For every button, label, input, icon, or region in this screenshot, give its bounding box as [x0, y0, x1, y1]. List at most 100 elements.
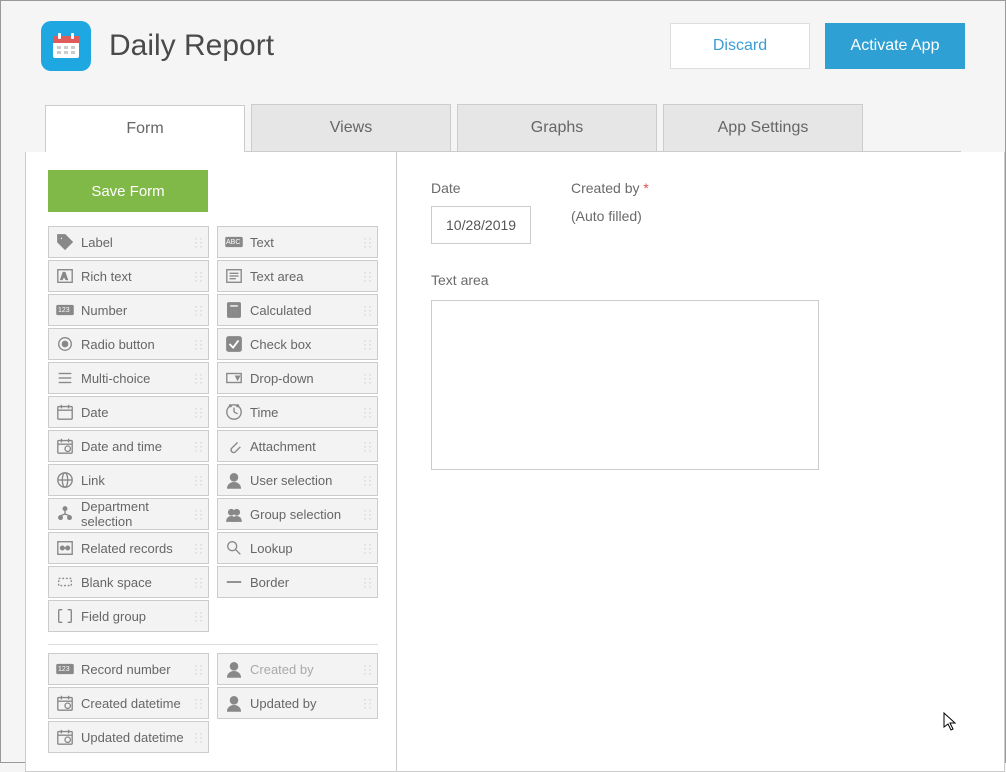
activate-app-button[interactable]: Activate App — [825, 23, 965, 69]
field-rich-text[interactable]: ARich text······ — [48, 260, 209, 292]
field-label: Multi-choice — [81, 371, 150, 386]
field-label: Calculated — [250, 303, 311, 318]
system-field-list: 123 Record number ······ Created by ······ Cr… — [48, 653, 378, 753]
field-text[interactable]: ABC Text ······ — [217, 226, 378, 258]
created-by-label: Created by * — [571, 180, 649, 196]
drag-grip-icon: ······ — [194, 270, 204, 282]
drag-grip-icon: ······ — [194, 372, 204, 384]
date-icon — [55, 402, 75, 422]
field-number[interactable]: 123Number······ — [48, 294, 209, 326]
required-marker: * — [643, 180, 648, 196]
drag-grip-icon: ······ — [194, 236, 204, 248]
drag-grip-icon: ······ — [363, 338, 373, 350]
field-label: Created by — [250, 662, 314, 677]
drag-grip-icon: ······ — [363, 508, 373, 520]
user-icon — [224, 693, 244, 713]
date-label: Date — [431, 180, 531, 196]
drag-grip-icon: ······ — [194, 508, 204, 520]
textarea-label: Text area — [431, 272, 970, 288]
field-label: Date and time — [81, 439, 162, 454]
field-attachment[interactable]: Attachment······ — [217, 430, 378, 462]
radio-icon — [55, 334, 75, 354]
field-created-datetime[interactable]: Created datetime······ — [48, 687, 209, 719]
field-label: Updated by — [250, 696, 317, 711]
drag-grip-icon: ······ — [363, 474, 373, 486]
field-multi-choice[interactable]: Multi-choice ······ — [48, 362, 209, 394]
field-label: Number — [81, 303, 127, 318]
user-icon — [224, 470, 244, 490]
discard-button[interactable]: Discard — [670, 23, 810, 69]
field-border[interactable]: Border ······ — [217, 566, 378, 598]
textarea-input[interactable] — [431, 300, 819, 470]
field-related-records[interactable]: Related records······ — [48, 532, 209, 564]
tab-graphs[interactable]: Graphs — [457, 104, 657, 151]
field-label[interactable]: Label ······ — [48, 226, 209, 258]
check-icon — [224, 334, 244, 354]
field-label: Label — [81, 235, 113, 250]
field-label: Date — [81, 405, 108, 420]
dept-icon — [55, 504, 75, 524]
datetime-icon — [55, 436, 75, 456]
field-label: Radio button — [81, 337, 155, 352]
field-date-and-time[interactable]: Date and time ······ — [48, 430, 209, 462]
header: Daily Report Discard Activate App — [1, 1, 1005, 86]
field-blank-space[interactable]: Blank space······ — [48, 566, 209, 598]
field-label: Related records — [81, 541, 173, 556]
field-date[interactable]: Date ······ — [48, 396, 209, 428]
field-lookup[interactable]: Lookup······ — [217, 532, 378, 564]
field-record-number[interactable]: 123Record number······ — [48, 653, 209, 685]
field-department-selection[interactable]: Department selection······ — [48, 498, 209, 530]
drag-grip-icon: ······ — [363, 236, 373, 248]
field-label: Text — [250, 235, 274, 250]
field-calculated[interactable]: Calculated ······ — [217, 294, 378, 326]
drag-grip-icon: ······ — [194, 406, 204, 418]
form-canvas[interactable]: Date 10/28/2019 Created by * (Auto fille… — [396, 152, 1004, 771]
created-by-value: (Auto filled) — [571, 208, 649, 224]
num-icon: 123 — [55, 659, 75, 679]
field-field-group[interactable]: Field group ······ — [48, 600, 209, 632]
tab-form[interactable]: Form — [45, 105, 245, 152]
time-icon — [224, 402, 244, 422]
drag-grip-icon: ······ — [194, 338, 204, 350]
lookup-icon — [224, 538, 244, 558]
field-link[interactable]: Link······ — [48, 464, 209, 496]
date-field[interactable]: Date 10/28/2019 — [431, 180, 531, 244]
field-updated-by[interactable]: Updated by ······ — [217, 687, 378, 719]
field-drop-down[interactable]: Drop-down······ — [217, 362, 378, 394]
drag-grip-icon: ······ — [363, 697, 373, 709]
drag-grip-icon: ······ — [194, 440, 204, 452]
field-check-box[interactable]: Check box ······ — [217, 328, 378, 360]
abc-icon: ABC — [224, 232, 244, 252]
field-text-area[interactable]: Text area······ — [217, 260, 378, 292]
tab-views[interactable]: Views — [251, 104, 451, 151]
fieldgroup-icon — [55, 606, 75, 626]
field-label: Check box — [250, 337, 311, 352]
save-form-button[interactable]: Save Form — [48, 170, 208, 212]
field-label: Record number — [81, 662, 171, 677]
drag-grip-icon: ······ — [363, 576, 373, 588]
drag-grip-icon: ······ — [194, 610, 204, 622]
field-label: Blank space — [81, 575, 152, 590]
field-label: User selection — [250, 473, 332, 488]
field-label: Field group — [81, 609, 146, 624]
drag-grip-icon: ······ — [363, 304, 373, 316]
drag-grip-icon: ······ — [363, 440, 373, 452]
field-user-selection[interactable]: User selection ······ — [217, 464, 378, 496]
field-label: Department selection — [81, 499, 194, 529]
field-label: Border — [250, 575, 289, 590]
tag-icon — [55, 232, 75, 252]
textarea-field[interactable]: Text area — [431, 272, 970, 470]
field-updated-datetime[interactable]: Updated datetime······ — [48, 721, 209, 753]
created-by-field[interactable]: Created by * (Auto filled) — [571, 180, 649, 244]
field-time[interactable]: Time······ — [217, 396, 378, 428]
multi-icon — [55, 368, 75, 388]
form-builder: Save Form Label······ABCText······ARich … — [25, 152, 1005, 772]
field-group-selection[interactable]: Group selection······ — [217, 498, 378, 530]
drag-grip-icon: ······ — [194, 304, 204, 316]
field-radio-button[interactable]: Radio button ······ — [48, 328, 209, 360]
calendar-icon — [50, 30, 82, 62]
field-label: Lookup — [250, 541, 293, 556]
date-input[interactable]: 10/28/2019 — [431, 206, 531, 244]
tab-app-settings[interactable]: App Settings — [663, 104, 863, 151]
drag-grip-icon: ······ — [194, 731, 204, 743]
